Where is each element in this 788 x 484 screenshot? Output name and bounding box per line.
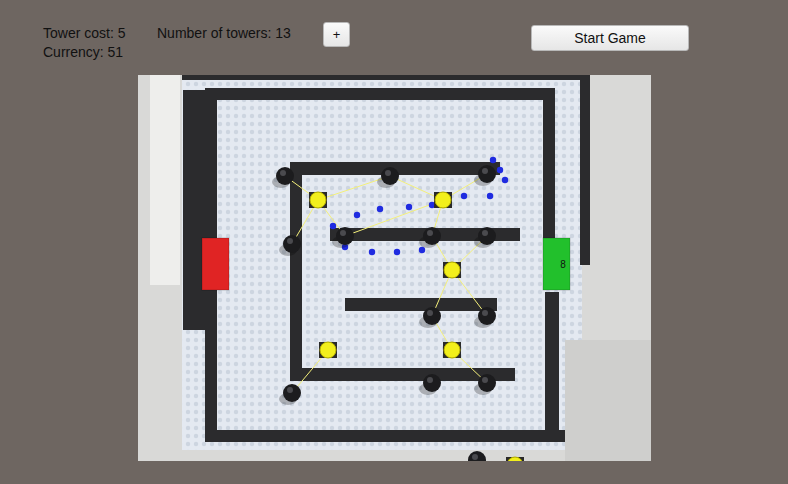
maze-wall [205,88,555,100]
armed-tower[interactable] [309,192,327,208]
tower-stats: Number of towers: 13 [157,22,323,43]
enemy [486,193,492,199]
tower[interactable] [419,374,441,395]
enemy [329,223,335,229]
tower[interactable] [272,167,294,188]
enemy [405,204,411,210]
tower[interactable] [279,384,301,405]
maze-wall [545,292,559,440]
enemy [393,249,399,255]
armed-tower[interactable] [319,342,337,358]
game-window: Tower cost: 5Currency: 51Number of tower… [0,0,788,484]
goal-gate: 8 [543,238,570,290]
table-corner [565,340,651,461]
enemy [489,157,495,163]
start-game-button[interactable]: Start Game [531,25,689,51]
tower[interactable] [419,227,441,248]
enemy [368,249,374,255]
enemy [496,167,502,173]
maze-wall [543,88,555,238]
tower[interactable] [474,374,496,395]
maze-wall [182,75,590,80]
tower-count: Number of towers: 13 [157,24,323,43]
armed-tower[interactable] [443,262,461,278]
enemy [376,206,382,212]
spawn-gate [202,238,229,290]
tower[interactable] [279,235,301,256]
tower[interactable] [474,227,496,248]
currency: Currency: 51 [43,43,157,62]
paper-strip [150,75,180,285]
tower[interactable] [464,451,486,461]
enemy [460,193,466,199]
tower[interactable] [474,165,496,186]
tower[interactable] [474,307,496,328]
enemy [501,177,507,183]
maze-wall [183,90,205,330]
maze-wall [580,75,590,265]
maze-wall [205,430,565,442]
game-board[interactable]: 8 [138,75,651,461]
armed-tower[interactable] [443,342,461,358]
enemy [353,212,359,218]
armed-tower[interactable] [434,192,452,208]
svg-text:8: 8 [560,259,566,270]
armed-tower[interactable] [506,457,524,461]
tower[interactable] [332,227,354,248]
tower[interactable] [419,307,441,328]
tower[interactable] [377,167,399,188]
baseplate [182,80,582,450]
hud: Tower cost: 5Currency: 51Number of tower… [0,0,788,75]
tower-link [345,200,443,236]
table-surface [138,75,651,461]
tower-cost: Tower cost: 5 [43,24,157,43]
stats: Tower cost: 5Currency: 51 [43,22,157,62]
maze-wall [290,162,302,380]
add-tower-button[interactable]: + [323,22,350,47]
enemy [418,247,424,253]
